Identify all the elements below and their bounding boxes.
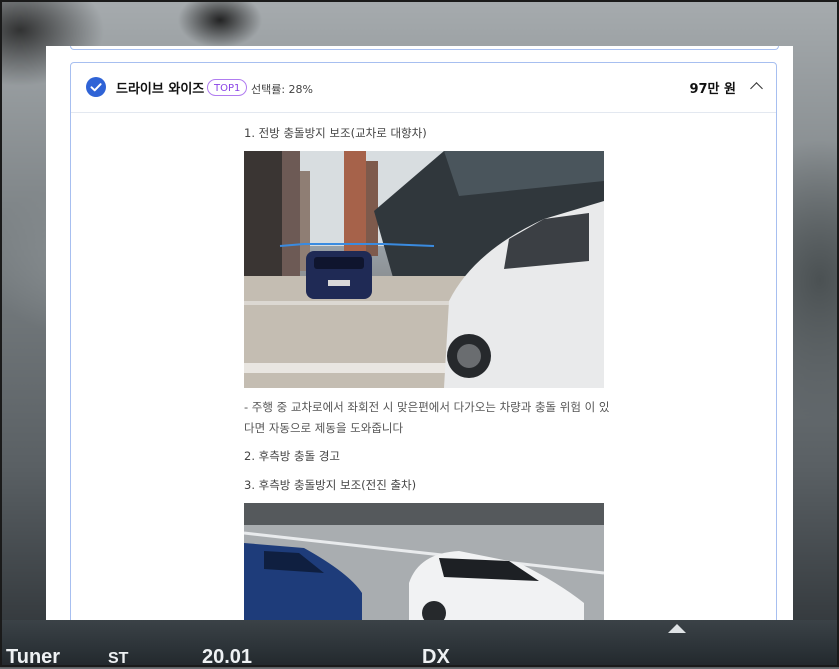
dash-arrow-icon bbox=[668, 624, 686, 633]
option-panel: 드라이브 와이즈 TOP1 선택률: 28% 97만 원 1. 전방 충돌방지 … bbox=[46, 46, 793, 620]
dash-label: Tuner bbox=[6, 646, 61, 668]
check-circle-icon[interactable] bbox=[86, 77, 106, 97]
chevron-up-icon[interactable] bbox=[750, 82, 763, 95]
option-title: 드라이브 와이즈 bbox=[116, 82, 205, 97]
dash-label: DX bbox=[422, 646, 450, 668]
feature-title: 3. 후측방 충돌방지 보조(전진 출차) bbox=[244, 478, 417, 492]
feature-image-front-collision bbox=[244, 151, 604, 388]
option-card-drive-wise: 드라이브 와이즈 TOP1 선택률: 28% 97만 원 1. 전방 충돌방지 … bbox=[70, 62, 777, 620]
feature-image-rear-collision bbox=[244, 503, 604, 620]
feature-title: 1. 전방 충돌방지 보조(교차로 대향차) bbox=[244, 126, 427, 140]
previous-option-card[interactable] bbox=[70, 46, 779, 50]
feature-description: - 주행 중 교차로에서 좌회전 시 맞은편에서 다가오는 차량과 충돌 위험 … bbox=[244, 400, 610, 435]
feature-title: 2. 후측방 충돌 경고 bbox=[244, 449, 340, 463]
option-price: 97만 원 bbox=[689, 82, 736, 97]
select-rate: 선택률: 28% bbox=[251, 83, 314, 96]
option-card-header[interactable]: 드라이브 와이즈 TOP1 선택률: 28% 97만 원 bbox=[71, 63, 776, 113]
top-badge: TOP1 bbox=[207, 79, 248, 96]
dash-label: 20.01 bbox=[202, 646, 253, 668]
option-detail: 1. 전방 충돌방지 보조(교차로 대향차) - 주행 중 교차로에서 좌회전 … bbox=[244, 125, 614, 620]
dash-label: ST bbox=[108, 650, 129, 667]
